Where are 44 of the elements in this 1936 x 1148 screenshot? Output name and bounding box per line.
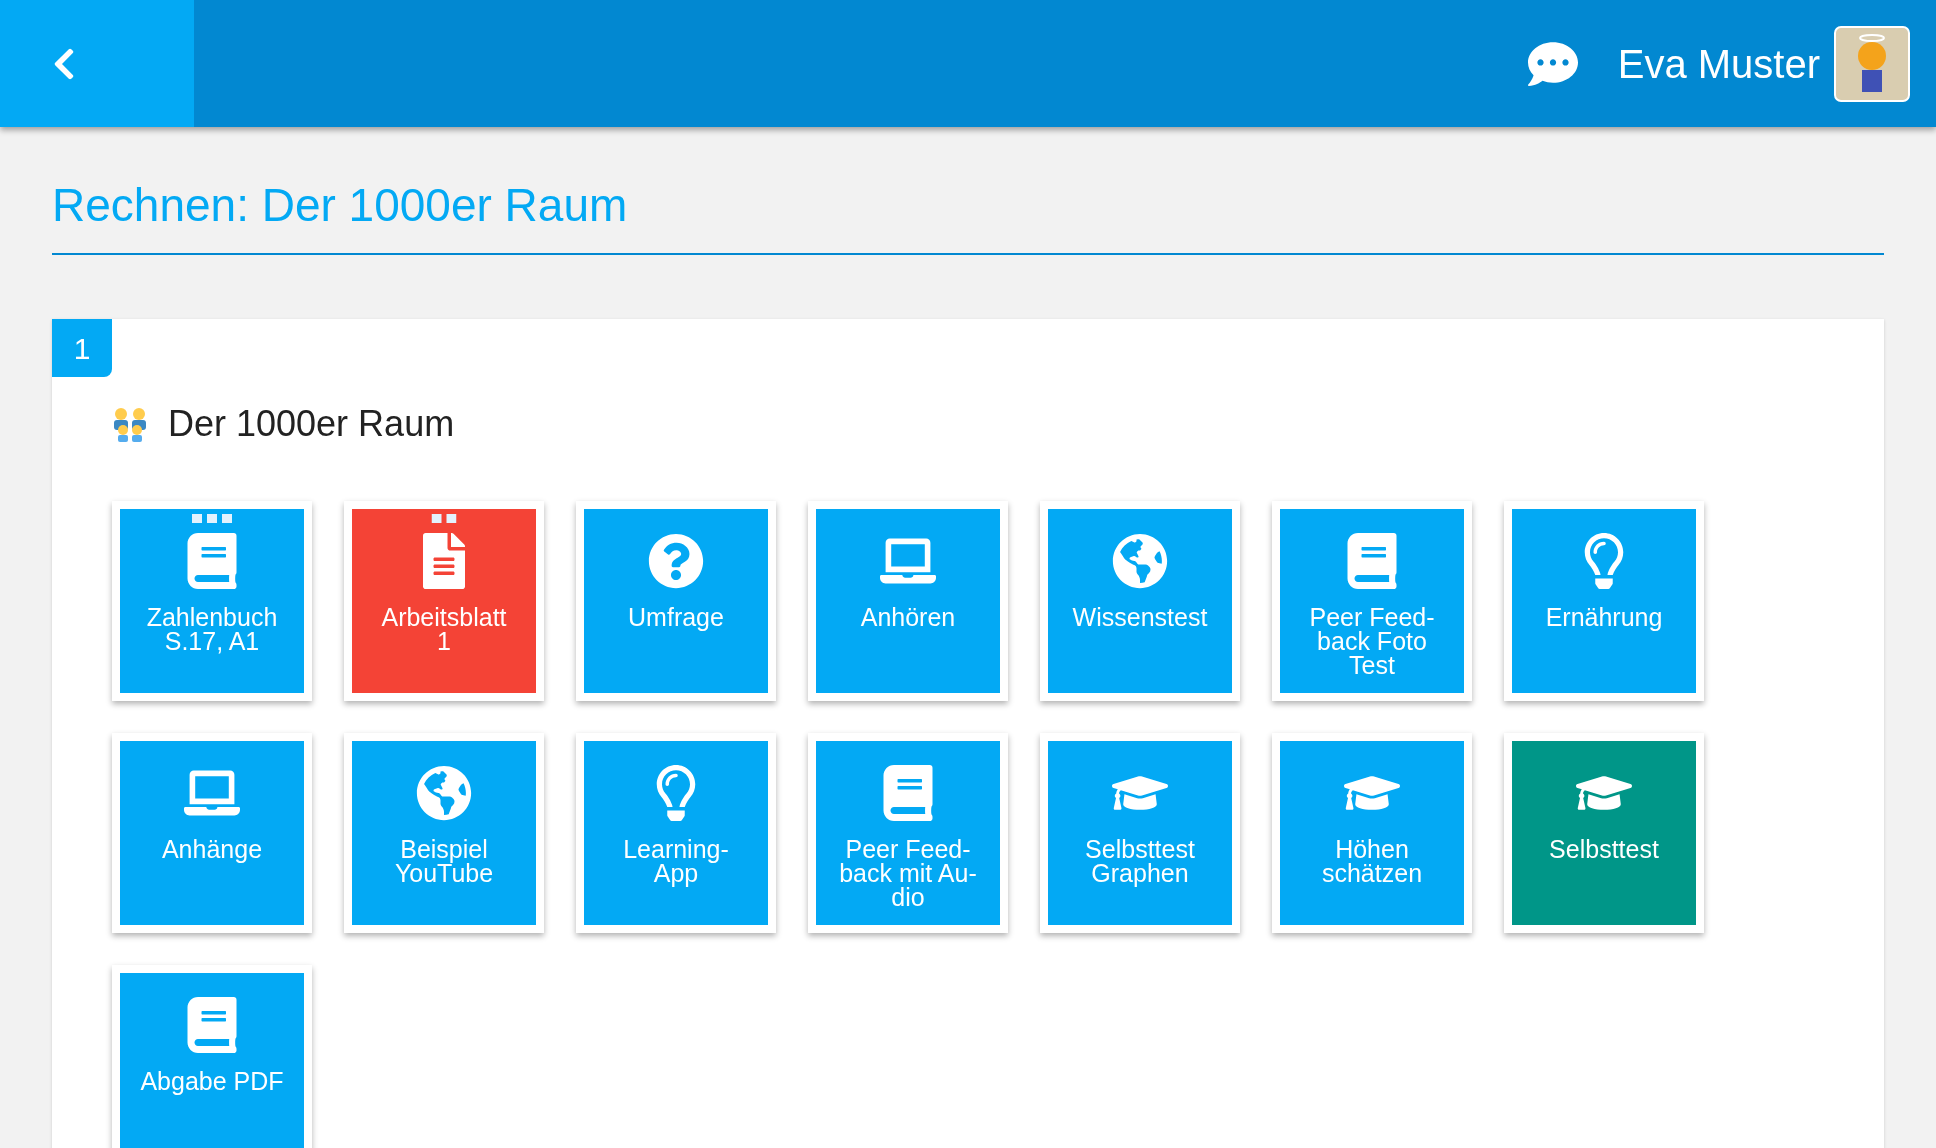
tile-label: Höhen schätzen — [1321, 837, 1423, 885]
activity-tile[interactable]: Selbsttest — [1504, 733, 1704, 933]
dots-icon — [431, 514, 457, 523]
tile-label: Zahlenbuch S.17, A1 — [146, 605, 278, 653]
activity-tile[interactable]: Ernährung — [1504, 501, 1704, 701]
section-title: Der 1000er Raum — [168, 402, 455, 446]
question-icon — [648, 533, 704, 589]
activity-tile[interactable]: Arbeitsblatt 1 — [344, 501, 544, 701]
globe-icon — [416, 765, 472, 821]
tile-label: Arbeitsblatt 1 — [381, 605, 507, 653]
activity-tile[interactable]: Abgabe PDF — [112, 965, 312, 1148]
section-number: 1 — [52, 319, 112, 377]
activity-tile[interactable]: Umfrage — [576, 501, 776, 701]
tile-label: Selbsttest — [1549, 837, 1659, 861]
tile-label: Anhören — [860, 605, 956, 629]
activity-tile[interactable]: Wissenstest — [1040, 501, 1240, 701]
book-icon — [184, 533, 240, 589]
book-icon — [1344, 533, 1400, 589]
dots-icon — [192, 514, 232, 523]
activity-tile[interactable]: Learning- App — [576, 733, 776, 933]
activity-tile[interactable]: Selbsttest Graphen — [1040, 733, 1240, 933]
activity-tile[interactable]: Peer Feed- back mit Au- dio — [808, 733, 1008, 933]
book-icon — [184, 997, 240, 1053]
activity-tile[interactable]: Höhen schätzen — [1272, 733, 1472, 933]
activity-tile[interactable]: Beispiel YouTube — [344, 733, 544, 933]
tile-label: Wissenstest — [1072, 605, 1208, 629]
tile-label: Ernährung — [1545, 605, 1663, 629]
book-icon — [880, 765, 936, 821]
tile-label: Beispiel YouTube — [394, 837, 494, 885]
user-name: Eva Muster — [1617, 40, 1820, 88]
tile-label: Learning- App — [623, 837, 729, 885]
activity-tile[interactable]: Zahlenbuch S.17, A1 — [112, 501, 312, 701]
tile-label: Selbsttest Graphen — [1085, 837, 1195, 885]
tile-label: Peer Feed- back Foto Test — [1309, 605, 1435, 677]
avatar-image[interactable] — [1834, 25, 1910, 102]
activity-tile[interactable]: Anhören — [808, 501, 1008, 701]
activity-tile[interactable]: Peer Feed- back Foto Test — [1272, 501, 1472, 701]
tile-label: Abgabe PDF — [140, 1069, 284, 1093]
tile-label: Umfrage — [628, 605, 724, 629]
tile-label: Anhänge — [161, 837, 263, 861]
tile-label: Peer Feed- back mit Au- dio — [839, 837, 977, 909]
globe-icon — [1112, 533, 1168, 589]
page-title: Rechnen: Der 1000er Raum — [52, 175, 1884, 255]
activity-tile[interactable]: Anhänge — [112, 733, 312, 933]
